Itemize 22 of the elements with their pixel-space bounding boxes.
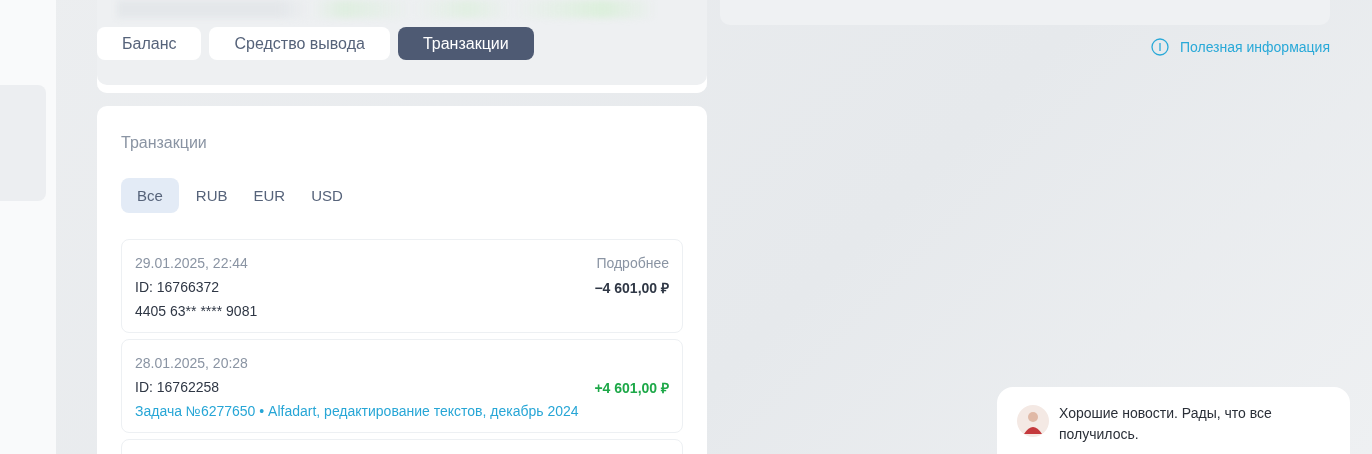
transaction-amount: −4 601,00 ₽ [594,278,669,297]
transaction-amount: +4 601,00 ₽ [594,378,669,397]
currency-filter[interactable]: USD [302,178,352,213]
notification-text: Хорошие новости. Рады, что все получилось. [1059,404,1273,444]
avatar [1017,405,1049,437]
currency-filter[interactable]: EUR [244,178,295,213]
info-icon [1150,38,1169,56]
currency-filter[interactable]: RUB [186,178,237,213]
transaction-id: ID: 16766372 [135,279,220,295]
transaction-date: 28.01.2025, 20:28 [135,354,248,371]
details-link[interactable]: Подробнее [596,254,669,271]
transaction-date: 29.01.2025, 22:44 [135,254,248,271]
transaction-card[interactable]: 29.01.2025, 22:44 Подробнее ID: 16766372 −4 601,00 ₽ 4405 63** **** 9081 [121,239,683,333]
link-text: Полезная информация [1179,39,1330,55]
currency-filter[interactable]: Все [121,178,179,213]
section-title: Транзакции [121,134,208,152]
transaction-card[interactable]: 28.01.2025, 20:28 ID: 16762258 +4 601,00 ₽ Задача №6277650 • Alfadart, редактирование текстов, декабрь 2024 [121,339,683,433]
tab[interactable]: Транзакции [397,27,534,60]
tab[interactable]: Баланс [97,27,202,60]
tab[interactable]: Средство вывода [209,27,390,60]
transaction-description: 4405 63** **** 9081 [135,303,258,319]
transaction-id: ID: 16762258 [135,379,220,395]
